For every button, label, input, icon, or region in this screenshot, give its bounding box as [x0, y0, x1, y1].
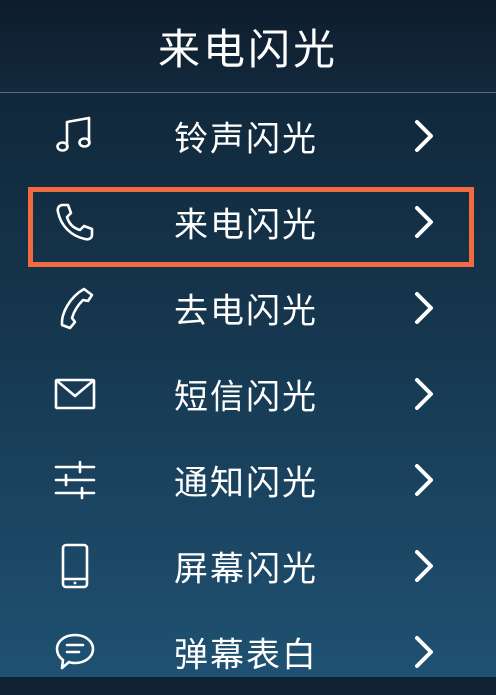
- chevron-right-icon: [408, 116, 440, 156]
- envelope-icon: [50, 369, 100, 419]
- phone-outgoing-icon: [50, 283, 100, 333]
- chevron-right-icon: [408, 202, 440, 242]
- chevron-right-icon: [408, 460, 440, 500]
- menu-item-sms-flash[interactable]: 短信闪光: [0, 351, 496, 437]
- menu-item-bullet-confession[interactable]: 弹幕表白: [0, 609, 496, 695]
- chevron-right-icon: [408, 632, 440, 672]
- chevron-right-icon: [408, 288, 440, 328]
- menu-item-incoming-call-flash[interactable]: 来电闪光: [0, 179, 496, 265]
- chevron-right-icon: [408, 546, 440, 586]
- menu-list: 铃声闪光 来电闪光 去电闪光 短信闪光 通知闪光 屏幕闪光 弹幕表白: [0, 93, 496, 695]
- music-note-icon: [50, 111, 100, 161]
- menu-item-label: 来电闪光: [174, 205, 318, 246]
- menu-item-ringtone-flash[interactable]: 铃声闪光: [0, 93, 496, 179]
- header-bar: 来电闪光: [0, 0, 496, 93]
- menu-item-label: 通知闪光: [174, 463, 318, 504]
- menu-item-label: 短信闪光: [174, 377, 318, 418]
- menu-item-label: 铃声闪光: [174, 119, 318, 160]
- phone-icon: [50, 197, 100, 247]
- chevron-right-icon: [408, 374, 440, 414]
- menu-item-label: 去电闪光: [174, 291, 318, 332]
- menu-item-label: 屏幕闪光: [174, 549, 318, 590]
- sliders-icon: [50, 455, 100, 505]
- chat-bubble-icon: [50, 627, 100, 677]
- menu-item-outgoing-call-flash[interactable]: 去电闪光: [0, 265, 496, 351]
- smartphone-icon: [50, 541, 100, 591]
- menu-item-screen-flash[interactable]: 屏幕闪光: [0, 523, 496, 609]
- menu-item-label: 弹幕表白: [174, 635, 318, 676]
- menu-item-notification-flash[interactable]: 通知闪光: [0, 437, 496, 523]
- page-title: 来电闪光: [157, 24, 338, 74]
